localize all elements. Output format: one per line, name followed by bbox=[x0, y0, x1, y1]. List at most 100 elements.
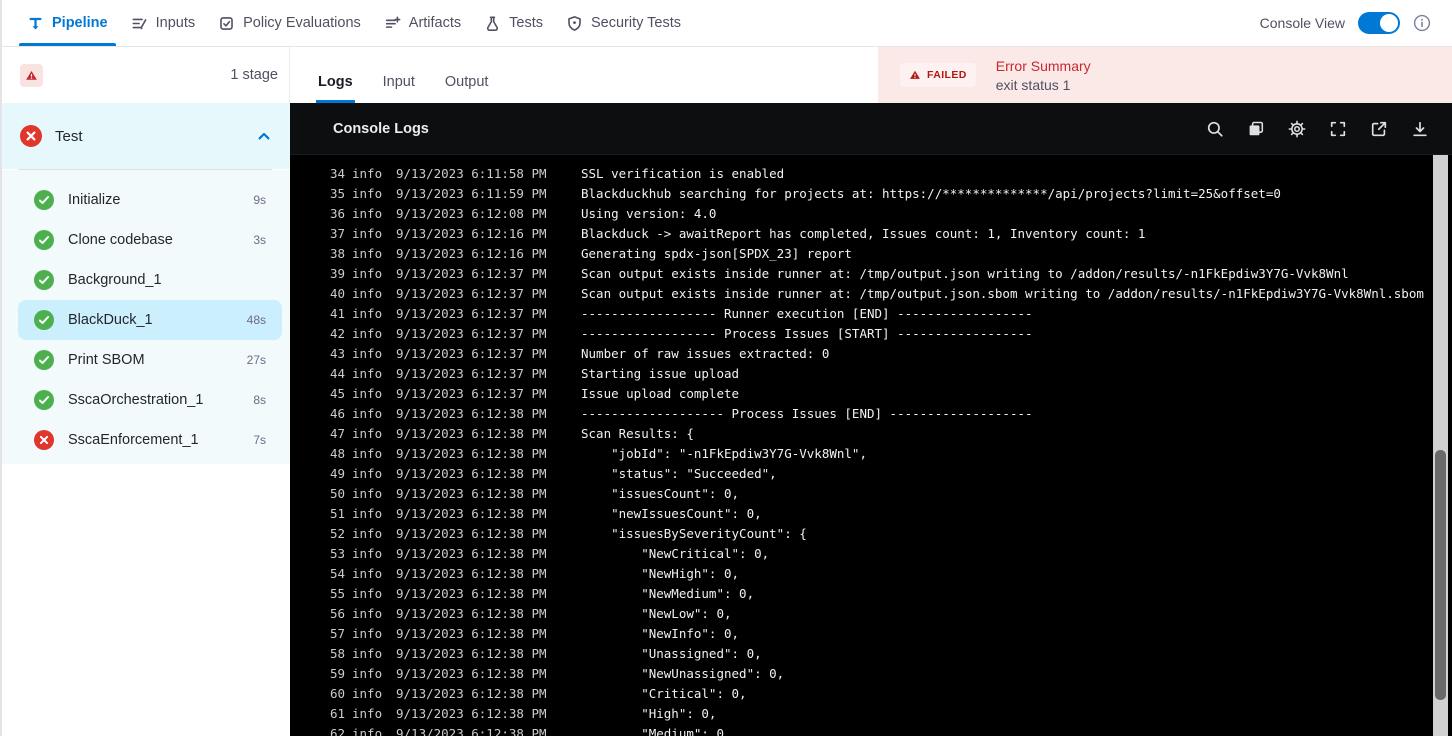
stage-summary-bar: 1 stage bbox=[0, 47, 290, 103]
log-line-message: "Critical": 0, bbox=[581, 685, 747, 701]
log-line-number: 36 bbox=[330, 205, 346, 221]
log-line-level: info bbox=[352, 705, 383, 721]
log-line-timestamp: 9/13/2023 6:12:38 PM bbox=[396, 725, 547, 736]
log-line-timestamp: 9/13/2023 6:12:37 PM bbox=[396, 285, 547, 301]
log-line: 38 info 9/13/2023 6:12:16 PM Generating … bbox=[290, 243, 1433, 263]
log-line: 35 info 9/13/2023 6:11:59 PM Blackduckhu… bbox=[290, 183, 1433, 203]
step-name: Initialize bbox=[68, 192, 121, 208]
console-view-label: Console View bbox=[1259, 15, 1345, 31]
settings-icon[interactable] bbox=[1288, 120, 1306, 138]
log-line: 49 info 9/13/2023 6:12:38 PM "status": "… bbox=[290, 463, 1433, 483]
step-name: SscaOrchestration_1 bbox=[68, 392, 204, 408]
open-in-new-icon[interactable] bbox=[1370, 120, 1388, 138]
error-summary-title: Error Summary bbox=[995, 57, 1091, 74]
console-scrollbar[interactable] bbox=[1433, 155, 1448, 736]
log-line-timestamp: 9/13/2023 6:12:38 PM bbox=[396, 645, 547, 661]
artifacts-icon bbox=[384, 15, 401, 32]
log-line-level: info bbox=[352, 665, 383, 681]
log-line: 62 info 9/13/2023 6:12:38 PM "Medium": 0 bbox=[290, 723, 1433, 736]
log-line-level: info bbox=[352, 685, 383, 701]
log-line-level: info bbox=[352, 725, 383, 736]
log-line-timestamp: 9/13/2023 6:12:38 PM bbox=[396, 605, 547, 621]
log-line-timestamp: 9/13/2023 6:12:38 PM bbox=[396, 625, 547, 641]
log-line-timestamp: 9/13/2023 6:12:38 PM bbox=[396, 585, 547, 601]
log-view-tab[interactable]: Input bbox=[383, 74, 415, 103]
log-line: 47 info 9/13/2023 6:12:38 PM Scan Result… bbox=[290, 423, 1433, 443]
log-lines: 34 info 9/13/2023 6:11:58 PM SSL verific… bbox=[290, 163, 1433, 736]
log-view-tab[interactable]: Logs bbox=[316, 74, 355, 103]
log-area: 34 info 9/13/2023 6:11:58 PM SSL verific… bbox=[290, 155, 1433, 736]
step-duration: 3s bbox=[253, 233, 266, 247]
log-line-message: SSL verification is enabled bbox=[581, 165, 785, 181]
console-view-toggle[interactable] bbox=[1358, 12, 1400, 34]
chevron-up-icon[interactable] bbox=[256, 128, 272, 144]
log-line-message: Issue upload complete bbox=[581, 385, 740, 401]
log-line-message: "Unassigned": 0, bbox=[581, 645, 762, 661]
log-line: 36 info 9/13/2023 6:12:08 PM Using versi… bbox=[290, 203, 1433, 223]
log-view-tab[interactable]: Output bbox=[445, 74, 489, 103]
step-name: Background_1 bbox=[68, 272, 162, 288]
step-item[interactable]: SscaEnforcement_1 7s bbox=[18, 420, 282, 460]
log-line: 55 info 9/13/2023 6:12:38 PM "NewMedium"… bbox=[290, 583, 1433, 603]
log-line-number: 53 bbox=[330, 545, 346, 561]
copy-icon[interactable] bbox=[1247, 120, 1265, 138]
nav-tab[interactable]: Security Tests bbox=[566, 0, 681, 46]
log-line-level: info bbox=[352, 585, 383, 601]
nav-tab[interactable]: Artifacts bbox=[384, 0, 461, 46]
log-line-number: 43 bbox=[330, 345, 346, 361]
log-line-message: Using version: 4.0 bbox=[581, 205, 717, 221]
step-item[interactable]: SscaOrchestration_1 8s bbox=[18, 380, 282, 420]
check-circle-icon bbox=[34, 310, 54, 330]
log-line-number: 59 bbox=[330, 665, 346, 681]
step-name: Clone codebase bbox=[68, 232, 173, 248]
nav-tab[interactable]: Policy Evaluations bbox=[218, 0, 361, 46]
console-panel: Console Logs 34 info 9/13/2023 6:11:58 P… bbox=[290, 103, 1452, 736]
nav-tab-label: Tests bbox=[509, 15, 543, 31]
step-item[interactable]: Print SBOM 27s bbox=[18, 340, 282, 380]
step-item[interactable]: BlackDuck_1 48s bbox=[18, 300, 282, 340]
stage-count-label: 1 stage bbox=[230, 67, 278, 83]
log-line-level: info bbox=[352, 505, 383, 521]
log-line-number: 49 bbox=[330, 465, 346, 481]
console-scrollbar-thumb[interactable] bbox=[1435, 450, 1446, 700]
stage-header[interactable]: Test bbox=[0, 103, 290, 169]
log-line-message: Scan output exists inside runner at: /tm… bbox=[581, 285, 1424, 301]
log-line-number: 41 bbox=[330, 305, 346, 321]
log-line-number: 38 bbox=[330, 245, 346, 261]
log-line-number: 51 bbox=[330, 505, 346, 521]
log-line-number: 46 bbox=[330, 405, 346, 421]
download-icon[interactable] bbox=[1411, 120, 1429, 138]
log-line: 53 info 9/13/2023 6:12:38 PM "NewCritica… bbox=[290, 543, 1433, 563]
log-line-timestamp: 9/13/2023 6:12:38 PM bbox=[396, 665, 547, 681]
search-icon[interactable] bbox=[1206, 120, 1224, 138]
log-line: 40 info 9/13/2023 6:12:37 PM Scan output… bbox=[290, 283, 1433, 303]
log-line-level: info bbox=[352, 545, 383, 561]
log-line-timestamp: 9/13/2023 6:12:16 PM bbox=[396, 225, 547, 241]
log-line-number: 44 bbox=[330, 365, 346, 381]
top-nav-tabs: Pipeline Inputs Policy Evaluations Artif… bbox=[0, 0, 681, 46]
fullscreen-icon[interactable] bbox=[1329, 120, 1347, 138]
step-item[interactable]: Background_1 bbox=[18, 260, 282, 300]
log-line-timestamp: 9/13/2023 6:12:38 PM bbox=[396, 525, 547, 541]
nav-tab[interactable]: Inputs bbox=[131, 0, 195, 46]
log-line-number: 54 bbox=[330, 565, 346, 581]
log-line-message: Generating spdx-json[SPDX_23] report bbox=[581, 245, 852, 261]
step-item[interactable]: Clone codebase 3s bbox=[18, 220, 282, 260]
info-icon[interactable] bbox=[1413, 14, 1431, 32]
log-line-timestamp: 9/13/2023 6:12:38 PM bbox=[396, 465, 547, 481]
log-line-number: 60 bbox=[330, 685, 346, 701]
status-badge-label: FAILED bbox=[927, 69, 967, 81]
window-left-edge bbox=[0, 0, 2, 736]
x-circle-icon bbox=[34, 430, 54, 450]
log-line: 44 info 9/13/2023 6:12:37 PM Starting is… bbox=[290, 363, 1433, 383]
log-line-number: 47 bbox=[330, 425, 346, 441]
error-summary: Error Summary exit status 1 bbox=[996, 58, 1091, 93]
step-item[interactable]: Initialize 9s bbox=[18, 180, 282, 220]
nav-tab[interactable]: Tests bbox=[484, 0, 543, 46]
log-line-timestamp: 9/13/2023 6:12:37 PM bbox=[396, 365, 547, 381]
log-line-number: 50 bbox=[330, 485, 346, 501]
nav-tab[interactable]: Pipeline bbox=[19, 0, 116, 46]
log-view-tabs: Logs Input Output bbox=[290, 47, 878, 103]
log-line-level: info bbox=[352, 645, 383, 661]
toggle-knob bbox=[1380, 14, 1398, 32]
